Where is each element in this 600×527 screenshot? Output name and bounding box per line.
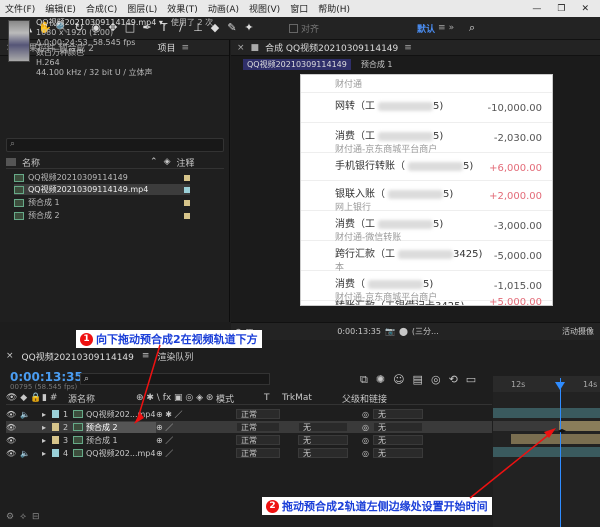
modes-toggle-icon[interactable]: ⟡ (20, 512, 26, 522)
arrow-step2 (469, 431, 553, 499)
layer-switches-icon[interactable]: ⚙ (6, 512, 14, 522)
annotation-arrows (134, 344, 556, 499)
arrow-step1 (137, 344, 161, 419)
timeline-footer: ⚙ ⟡ ⊟ (6, 512, 40, 522)
in-out-toggle-icon[interactable]: ⊟ (32, 512, 40, 522)
